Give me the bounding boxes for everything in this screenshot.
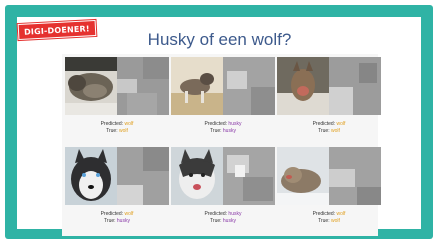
true-label: True:	[318, 218, 330, 224]
true-label: True:	[318, 128, 330, 134]
predicted-caption: Predicted: wolf	[65, 211, 169, 218]
predicted-value: husky	[228, 211, 242, 217]
predicted-value: wolf	[336, 211, 346, 217]
true-caption: True: wolf	[65, 128, 169, 135]
predicted-label: Predicted:	[312, 121, 336, 127]
result-cell-3: Predicted: wolf True: wolf	[277, 57, 381, 145]
true-value: husky	[116, 218, 130, 224]
predicted-label: Predicted:	[100, 211, 124, 217]
true-value: husky	[222, 128, 236, 134]
predicted-value: wolf	[336, 121, 346, 127]
result-cell-6: Predicted: wolf True: wolf	[277, 147, 381, 235]
husky-photo	[65, 147, 117, 205]
true-label: True:	[210, 218, 222, 224]
true-caption: True: wolf	[277, 128, 381, 135]
true-caption: True: wolf	[277, 218, 381, 225]
predicted-value: husky	[228, 121, 242, 127]
result-cell-5: Predicted: husky True: husky	[171, 147, 275, 235]
true-caption: True: husky	[171, 128, 275, 135]
true-value: husky	[222, 218, 236, 224]
predicted-caption: Predicted: wolf	[277, 121, 381, 128]
result-cell-2: Predicted: husky True: husky	[171, 57, 275, 145]
true-value: wolf	[330, 218, 340, 224]
true-value: wolf	[330, 128, 340, 134]
predicted-caption: Predicted: wolf	[277, 211, 381, 218]
heatmap-image	[117, 57, 169, 115]
true-caption: True: husky	[171, 218, 275, 225]
predicted-label: Predicted:	[100, 121, 124, 127]
true-label: True:	[104, 218, 116, 224]
husky-photo	[171, 57, 223, 115]
predicted-caption: Predicted: husky	[171, 211, 275, 218]
result-cell-1: Predicted: wolf True: wolf	[65, 57, 169, 145]
true-caption: True: husky	[65, 218, 169, 225]
true-label: True:	[210, 128, 222, 134]
true-label: True:	[106, 128, 118, 134]
wolf-photo	[277, 57, 329, 115]
predicted-caption: Predicted: wolf	[65, 121, 169, 128]
predicted-label: Predicted:	[204, 211, 228, 217]
heatmap-image	[329, 57, 381, 115]
predicted-value: wolf	[124, 211, 134, 217]
wolf-photo	[65, 57, 117, 115]
wolf-photo	[277, 147, 329, 205]
result-cell-4: Predicted: wolf True: husky	[65, 147, 169, 235]
husky-photo	[171, 147, 223, 205]
true-value: wolf	[118, 128, 128, 134]
predicted-label: Predicted:	[204, 121, 228, 127]
predicted-value: wolf	[124, 121, 134, 127]
heatmap-image	[117, 147, 169, 205]
heatmap-image	[223, 57, 275, 115]
predicted-label: Predicted:	[312, 211, 336, 217]
heatmap-image	[223, 147, 275, 205]
heatmap-image	[329, 147, 381, 205]
predicted-caption: Predicted: husky	[171, 121, 275, 128]
